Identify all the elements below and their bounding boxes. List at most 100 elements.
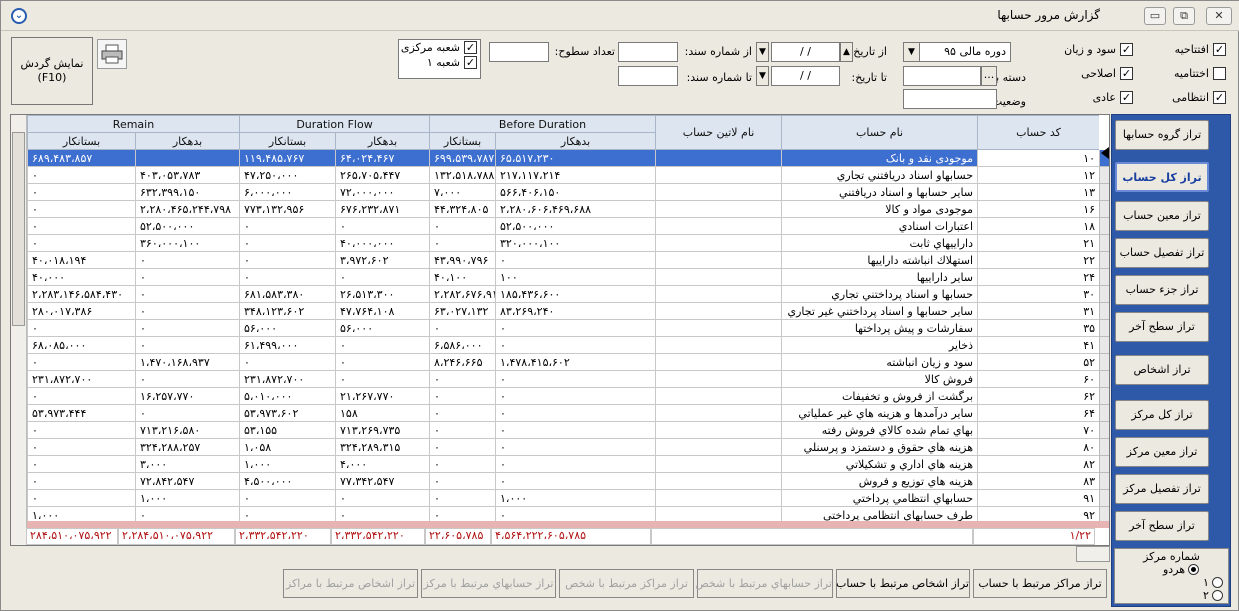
table-row[interactable]: ۹۱ حسابهاي انتظامي پرداختي ۱،۰۰۰ ۰ ۰ ۰ ۱،۰۰۰ ۰ (27, 489, 1109, 507)
vertical-scrollbar[interactable] (11, 115, 27, 545)
accounts-by-center-button[interactable]: تراز حسابهاي مرتبط با مرکز (421, 569, 556, 598)
sheet-status-input[interactable] (903, 89, 997, 109)
row-indicator[interactable] (1099, 183, 1109, 201)
table-row[interactable]: ۶۴ ساير درآمدها و هزينه هاي غير عملياتي ۰ ۰… (27, 404, 1109, 422)
table-row[interactable]: ۲۱ داراييهاي ثابت ۳۲۰،۰۰۰،۱۰۰ ۰ ۴۰،۰۰۰،۰۰۰ ۰ ۳… (27, 234, 1109, 252)
to-doc-input[interactable] (618, 66, 678, 86)
col-before-credit[interactable]: بستانکار (429, 132, 497, 150)
col-remain-debit[interactable]: بدهکار (135, 132, 240, 150)
centers-by-account-button[interactable]: تراز مراکز مرتبط با حساب (973, 569, 1107, 598)
row-indicator[interactable] (1099, 489, 1109, 507)
from-date-spin[interactable]: ▲ (840, 42, 853, 62)
horizontal-scrollbar[interactable] (1076, 546, 1110, 562)
radio-2[interactable]: ۲ (1115, 589, 1228, 602)
table-row[interactable]: ۱۸ اعتبارات اسنادي ۵۲،۵۰۰،۰۰۰ ۰ ۰ ۰ ۵۲،۵۰۰،۰۰۰… (27, 217, 1109, 235)
profit-loss-checkbox[interactable]: ✓ سود و زیان (1064, 43, 1133, 56)
closing-checkbox[interactable]: اختتامیه (1174, 67, 1226, 80)
table-row[interactable]: ۳۱ ساير حسابها و اسناد پرداختني غير تجاري… (27, 302, 1109, 320)
row-indicator[interactable] (1099, 166, 1109, 184)
subsidiary-balance-button[interactable]: تراز معین حساب (1115, 201, 1209, 231)
row-indicator[interactable] (1099, 472, 1109, 490)
fiscal-period-select[interactable]: دوره مالی ۹۵ ▼ (903, 42, 1011, 62)
category-input[interactable] (903, 66, 981, 86)
radio-both[interactable]: هردو (1115, 563, 1228, 576)
row-indicator[interactable] (1099, 370, 1109, 388)
persons-by-center-button[interactable]: تراز اشخاص مرتبط با مراکز (283, 569, 418, 598)
row-indicator[interactable] (1099, 421, 1109, 439)
opening-checkbox[interactable]: ✓ افتتاحیه (1175, 43, 1226, 56)
app-icon[interactable]: ⌄ (11, 8, 27, 24)
last-level-balance-button[interactable]: تراز سطح آخر (1115, 312, 1209, 342)
row-indicator[interactable] (1099, 302, 1109, 320)
table-row[interactable]: ۸۰ هزينه هاي حقوق و دستمزد و پرسنلي ۰ ۰ ۳۲۴،… (27, 438, 1109, 456)
persons-by-account-button[interactable]: تراز اشخاص مرتبط با حساب (836, 569, 970, 598)
radio-1[interactable]: ۱ (1115, 576, 1228, 589)
discipline-checkbox[interactable]: ✓ انتظامی (1172, 91, 1226, 104)
table-row[interactable]: ۲۲ استهلاك انباشته داراييها ۰ ۴۳،۹۹۰،۷۹۶ ۳،۹… (27, 251, 1109, 269)
accounts-by-person-button[interactable]: تراز حسابهاي مرتبط با شخص (695, 569, 833, 598)
col-account-code[interactable]: کد حساب (977, 115, 1101, 150)
center-last-level-balance-button[interactable]: تراز سطح آخر (1115, 511, 1209, 541)
row-indicator[interactable] (1099, 251, 1109, 269)
center-general-balance-button[interactable]: تراز کل مرکز (1115, 400, 1209, 430)
row-indicator[interactable] (1099, 455, 1109, 473)
show-flow-button[interactable]: نمایش گردش (F10) (11, 37, 93, 105)
levels-input[interactable] (489, 42, 549, 62)
general-balance-button[interactable]: تراز کل حساب (1115, 162, 1209, 192)
col-flow-credit[interactable]: بستانکار (238, 132, 337, 150)
table-row[interactable]: ۸۲ هزينه هاي اداري و تشکيلاتي ۰ ۰ ۴،۰۰۰ ۱،۰۰۰… (27, 455, 1109, 473)
table-row[interactable]: ۱۳ ساير حسابها و اسناد دريافتني ۵۶۶،۴۰۶،۱۵… (27, 183, 1109, 201)
row-indicator[interactable] (1099, 200, 1109, 218)
scroll-thumb[interactable] (12, 132, 25, 326)
table-row[interactable]: ۱۰ موجودی نقد و بانک ۶۵،۵۱۷،۲۳۰ ۶۹۹،۵۳۹،۷۸۷… (27, 149, 1109, 167)
part-balance-button[interactable]: تراز جزء حساب (1115, 275, 1209, 305)
col-before-debit[interactable]: بدهکار (495, 132, 657, 150)
table-row[interactable]: ۴۱ ذخاير ۰ ۶،۵۸۶،۰۰۰ ۰ ۶۱،۴۹۹،۰۰۰ ۰ ۶۸،۰۸۵،۰۰۰ (27, 336, 1109, 354)
to-date-input[interactable]: / / (771, 66, 840, 86)
row-indicator[interactable] (1099, 336, 1109, 354)
row-indicator[interactable] (1099, 404, 1109, 422)
to-date-dropdown[interactable]: ▼ (756, 66, 769, 86)
table-row[interactable]: ۳۵ سفارشات و پيش پرداختها ۰ ۰ ۵۶،۰۰۰ ۵۶،۰۰۰ ۰ ۰ (27, 319, 1109, 337)
group-balance-button[interactable]: تراز گروه حسابها (1115, 120, 1209, 150)
row-indicator[interactable] (1099, 387, 1109, 405)
detail-balance-button[interactable]: تراز تفصیل حساب (1115, 238, 1209, 268)
normal-checkbox[interactable]: ✓ عادی (1093, 91, 1133, 104)
row-indicator[interactable] (1099, 268, 1109, 286)
table-row[interactable]: ۱۲ حسابهاو اسناد دريافتني تجاري ۲۱۷،۱۱۷،۲۱… (27, 166, 1109, 184)
col-flow-debit[interactable]: بدهکار (335, 132, 431, 150)
corrective-checkbox[interactable]: ✓ اصلاحی (1081, 67, 1133, 80)
center-detail-balance-button[interactable]: تراز تفصیل مرکز (1115, 474, 1209, 504)
table-row[interactable]: ۲۴ ساير داراييها ۱۰۰ ۴۰،۱۰۰ ۰ ۰ ۰ ۴۰،۰۰۰ (27, 268, 1109, 286)
branch-item-1[interactable]: ✓ شعبه ۱ (427, 56, 477, 69)
table-row[interactable]: ۶۲ برگشت از فروش و تخفيفات ۰ ۰ ۲۱،۲۶۷،۷۷۰ ۵،۰… (27, 387, 1109, 405)
col-remain-credit[interactable]: بستانکار (27, 132, 136, 150)
row-indicator[interactable] (1099, 438, 1109, 456)
table-row[interactable]: ۷۰ بهاي تمام شده کالاي فروش رفته ۰ ۰ ۷۱۳،۲۶۹… (27, 421, 1109, 439)
minimize-button[interactable]: ▭ (1144, 7, 1166, 25)
row-indicator[interactable] (1099, 234, 1109, 252)
persons-balance-button[interactable]: تراز اشخاص (1115, 355, 1209, 385)
close-button[interactable]: ✕ (1206, 7, 1232, 25)
row-indicator[interactable] (1099, 217, 1109, 235)
from-date-dropdown[interactable]: ▼ (756, 42, 769, 62)
printer-icon[interactable] (97, 39, 127, 69)
table-row[interactable]: ۳۰ حسابها و اسناد پرداختني تجاري ۱۸۵،۴۳۶،۶… (27, 285, 1109, 303)
col-latin-name[interactable]: نام لاتین حساب (655, 115, 783, 150)
category-browse-button[interactable]: ... (981, 66, 997, 86)
table-row[interactable]: ۱۶ موجودی مواد و کالا ۲،۲۸۰،۶۰۶،۴۶۹،۶۸۸ ۴۴،… (27, 200, 1109, 218)
branch-item-central[interactable]: ✓ شعبه مرکزی (401, 41, 477, 54)
row-indicator[interactable] (1099, 353, 1109, 371)
row-indicator[interactable] (1099, 285, 1109, 303)
restore-button[interactable]: ⧉ (1173, 7, 1195, 25)
table-row[interactable]: ۵۲ سود و زيان انباشته ۱،۴۷۸،۴۱۵،۶۰۲ ۸،۲۴۶،۶… (27, 353, 1109, 371)
branch-list[interactable]: ✓ شعبه مرکزی ✓ شعبه ۱ (398, 39, 481, 79)
row-indicator[interactable] (1099, 319, 1109, 337)
table-row[interactable]: ۸۳ هزينه هاي توزيع و فروش ۰ ۰ ۷۷،۳۴۲،۵۴۷ ۴،۵۰… (27, 472, 1109, 490)
from-date-input[interactable]: / / (771, 42, 840, 62)
col-account-name[interactable]: نام حساب (781, 115, 979, 150)
center-subsidiary-balance-button[interactable]: تراز معین مرکز (1115, 437, 1209, 467)
table-row[interactable]: ۶۰ فروش کالا ۰ ۰ ۰ ۲۳۱،۸۷۲،۷۰۰ ۰ ۲۳۱،۸۷۲،۷۰۰ (27, 370, 1109, 388)
from-doc-input[interactable] (618, 42, 678, 62)
accounts-grid[interactable]: کد حساب نام حساب نام لاتین حساب Before D… (10, 114, 1110, 546)
